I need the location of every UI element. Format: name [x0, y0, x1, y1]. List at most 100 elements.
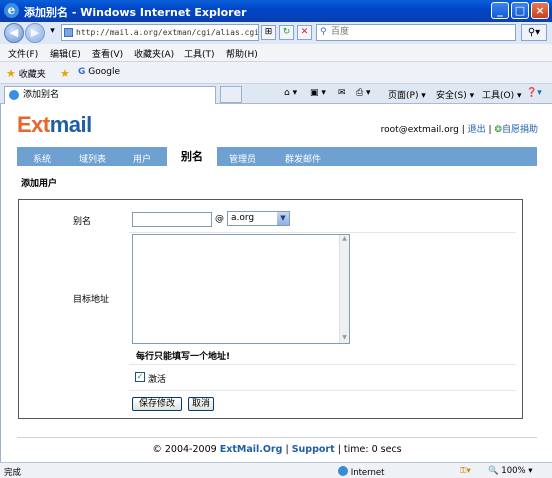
domain-selected: a.org	[231, 213, 255, 223]
menu-edit[interactable]: 编辑(E)	[50, 47, 81, 60]
stop-icon[interactable]: ✕	[297, 25, 312, 40]
footer-brand-link[interactable]: ExtMail.Org	[220, 444, 283, 455]
minimize-button[interactable]: _	[491, 2, 509, 19]
new-tab-button[interactable]	[220, 86, 242, 103]
top-links: root@extmail.org | 退出 | ❂自愿捐助	[380, 125, 538, 135]
feeds-icon[interactable]: ▣ ▾	[310, 88, 326, 98]
footer-separator: |	[285, 444, 289, 455]
scroll-up-icon[interactable]: ▲	[340, 235, 349, 244]
extmail-logo: Extmail	[17, 112, 92, 138]
zone-label: Internet	[350, 468, 385, 478]
divider	[129, 232, 516, 233]
maximize-button[interactable]: □	[511, 2, 529, 19]
footer-separator: |	[337, 444, 341, 455]
footer-divider	[17, 437, 537, 438]
divider	[129, 364, 516, 365]
favorites-label: 收藏夹	[18, 70, 46, 80]
divider	[129, 390, 516, 391]
status-bar: 完成 Internet ⚿▾ 🔍 100% ▾	[0, 462, 552, 478]
print-icon[interactable]: ⎙ ▾	[356, 88, 371, 98]
help-icon[interactable]: ❓▾	[526, 88, 542, 98]
google-icon: G	[78, 67, 86, 77]
tools-menu[interactable]: 工具(O) ▾	[482, 88, 522, 101]
favorite-google-label: Google	[88, 67, 121, 77]
globe-icon	[338, 466, 348, 476]
search-input[interactable]: ⚲ 百度	[316, 24, 516, 41]
target-hint: 每行只能填写一个地址!	[136, 352, 231, 362]
domain-select[interactable]: a.org ▼	[227, 211, 290, 226]
logout-link[interactable]: 退出	[468, 125, 486, 135]
search-placeholder: 百度	[331, 27, 350, 37]
cancel-button[interactable]: 取消	[188, 397, 214, 411]
ie-tab-icon	[9, 90, 19, 100]
main-nav: 系统 域列表 用户 别名 管理员 群发邮件	[17, 147, 537, 166]
footer-time: time: 0 secs	[343, 444, 402, 455]
chevron-down-icon: ▼	[277, 212, 289, 225]
search-button[interactable]: ⚲▾	[521, 24, 547, 41]
history-dropdown-icon[interactable]: ▾	[45, 25, 60, 40]
favorite-google[interactable]: G Google	[78, 67, 120, 77]
footer-copyright: © 2004-2009	[152, 444, 217, 455]
nav-admins[interactable]: 管理员	[229, 152, 256, 165]
current-user: root@extmail.org	[380, 125, 459, 135]
menu-tools[interactable]: 工具(T)	[184, 47, 215, 60]
status-text: 完成	[4, 468, 22, 478]
logo-ext: Ext	[17, 112, 50, 137]
mail-icon[interactable]: ✉	[338, 88, 346, 98]
menu-help[interactable]: 帮助(H)	[226, 47, 258, 60]
address-url: http://mail.a.org/extman/cgi/alias.cgi	[76, 28, 259, 37]
target-label: 目标地址	[73, 295, 110, 305]
nav-users[interactable]: 用户	[133, 152, 151, 165]
back-button[interactable]: ◀	[4, 23, 24, 43]
address-input[interactable]: http://mail.a.org/extman/cgi/alias.cgi	[61, 24, 259, 41]
nav-domains[interactable]: 域列表	[79, 152, 106, 165]
window-title: 添加别名 - Windows Internet Explorer	[24, 6, 247, 19]
tab-row: 添加别名 ⌂ ▾ ▣ ▾ ✉ ⎙ ▾ 页面(P) ▾ 安全(S) ▾ 工具(O)…	[0, 84, 552, 104]
address-toolbar: ◀ ▶ ▾ http://mail.a.org/extman/cgi/alias…	[0, 22, 552, 44]
safety-menu[interactable]: 安全(S) ▾	[436, 88, 474, 101]
nav-system[interactable]: 系统	[33, 152, 51, 165]
home-icon[interactable]: ⌂ ▾	[284, 88, 297, 98]
menu-file[interactable]: 文件(F)	[8, 47, 38, 60]
alias-input[interactable]	[132, 212, 212, 227]
target-textarea[interactable]: ▲ ▼	[132, 234, 350, 344]
close-button[interactable]: ×	[531, 2, 549, 19]
nav-aliases[interactable]: 别名	[167, 147, 217, 166]
compatibility-icon[interactable]: ⊞	[261, 25, 276, 40]
menu-favorites[interactable]: 收藏夹(A)	[134, 47, 174, 60]
security-zone[interactable]: Internet	[338, 466, 384, 478]
favorites-bar: ★ 收藏夹 ★ G Google	[0, 62, 552, 84]
protected-mode-icon[interactable]: ⚿▾	[460, 466, 471, 476]
footer-support-link[interactable]: Support	[292, 444, 335, 455]
star-icon: ★	[6, 67, 16, 80]
page-icon	[64, 28, 73, 37]
donate-icon: ❂	[494, 125, 502, 135]
section-title: 添加用户	[21, 179, 58, 189]
zoom-level[interactable]: 🔍 100% ▾	[488, 466, 533, 476]
active-checkbox[interactable]: ✓	[135, 372, 145, 382]
at-sign: @	[215, 214, 224, 224]
refresh-icon[interactable]: ↻	[279, 25, 294, 40]
tab-add-alias[interactable]: 添加别名	[4, 86, 216, 104]
add-favorite-icon[interactable]: ★	[60, 67, 70, 80]
textarea-scrollbar[interactable]: ▲ ▼	[339, 235, 349, 343]
logo-mail: mail	[49, 112, 93, 137]
menu-bar: 文件(F) 编辑(E) 查看(V) 收藏夹(A) 工具(T) 帮助(H)	[0, 44, 552, 62]
alias-label: 别名	[73, 217, 92, 227]
window-titlebar: e 添加别名 - Windows Internet Explorer _ □ ×	[0, 0, 552, 22]
page-content: Extmail root@extmail.org | 退出 | ❂自愿捐助 系统…	[0, 104, 552, 462]
scroll-down-icon[interactable]: ▼	[340, 334, 349, 343]
favorites-button[interactable]: ★ 收藏夹	[6, 67, 46, 80]
donate-link[interactable]: 自愿捐助	[502, 125, 538, 135]
nav-mass-mail[interactable]: 群发邮件	[285, 152, 321, 165]
add-alias-form: 别名 @ a.org ▼ 目标地址 ▲ ▼ 每行只能填写一个地址! ✓ 激活 保…	[18, 199, 523, 419]
footer: © 2004-2009 ExtMail.Org | Support | time…	[1, 444, 552, 455]
page-menu[interactable]: 页面(P) ▾	[388, 88, 426, 101]
menu-view[interactable]: 查看(V)	[92, 47, 123, 60]
forward-button[interactable]: ▶	[25, 23, 45, 43]
active-label: 激活	[148, 375, 167, 385]
save-button[interactable]: 保存修改	[132, 397, 182, 411]
tab-label: 添加别名	[23, 90, 60, 100]
search-provider-icon: ⚲	[320, 27, 327, 37]
zoom-value: 100%	[501, 466, 526, 476]
